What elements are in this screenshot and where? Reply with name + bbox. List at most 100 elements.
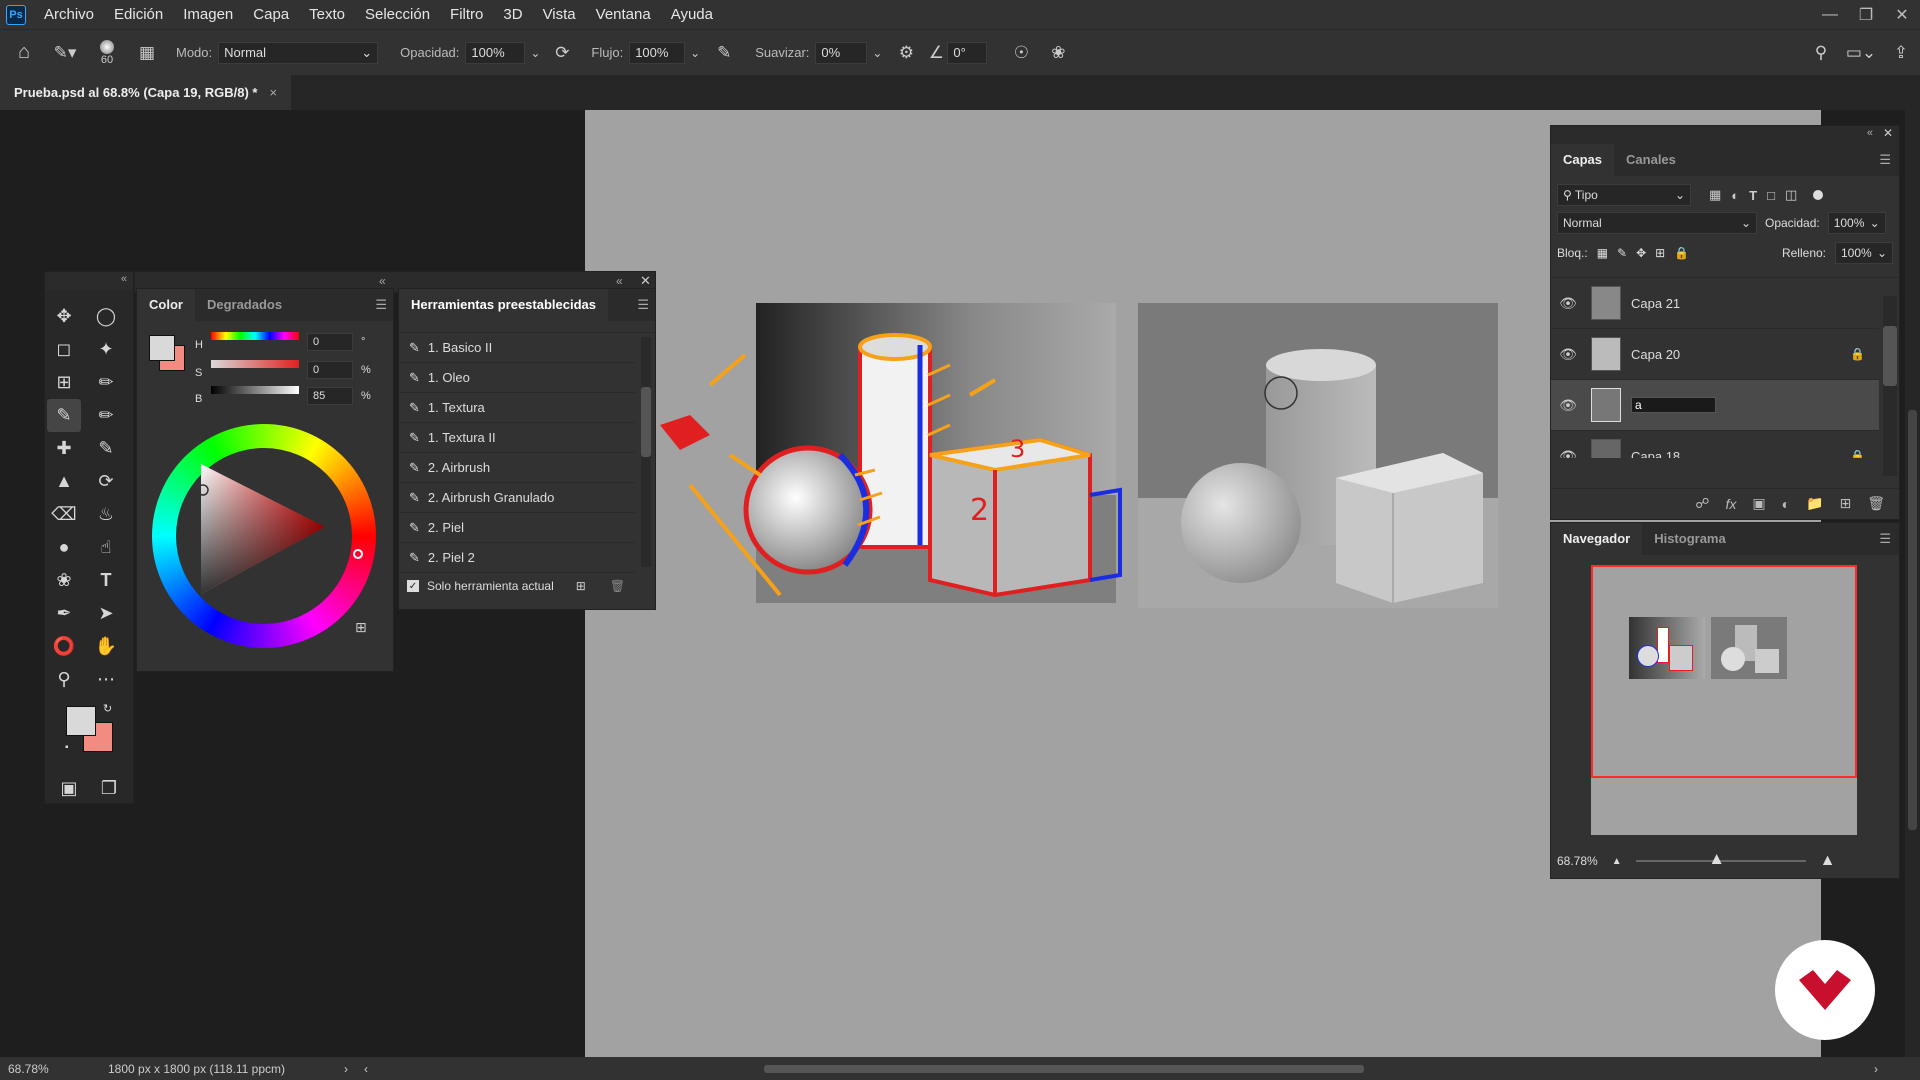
eyedropper-tool-icon[interactable]: ✏ — [89, 366, 123, 399]
restore-icon[interactable]: ❐ — [1848, 0, 1884, 29]
list-item[interactable]: ✎ 1. Oleo — [399, 363, 635, 393]
collapse-presets-panel-icon[interactable]: « — [616, 274, 623, 288]
menu-texto[interactable]: Texto — [299, 0, 355, 29]
current-tool-only-checkbox[interactable]: ✓ — [407, 580, 419, 592]
blend-mode-select[interactable]: Normal ⌄ — [1557, 212, 1757, 234]
lock-artboard-icon[interactable]: ⊞ — [1655, 246, 1665, 260]
lasso-tool-icon[interactable]: ◯ — [89, 300, 123, 333]
menu-seleccion[interactable]: Selección — [355, 0, 440, 29]
navigator-menu-icon[interactable]: ☰ — [1879, 531, 1891, 547]
move-tool-icon[interactable]: ✥ — [47, 300, 81, 333]
search-icon[interactable]: ⚲ — [1802, 43, 1840, 63]
layer-row[interactable]: 👁 Capa 20 🔒 — [1551, 329, 1879, 380]
ellipse-tool-icon[interactable]: ⭕ — [47, 630, 81, 663]
layers-scrollbar[interactable] — [1883, 296, 1897, 476]
gear-icon[interactable]: ⚙ — [887, 43, 925, 63]
layers-menu-icon[interactable]: ☰ — [1879, 152, 1891, 168]
menu-filtro[interactable]: Filtro — [440, 0, 493, 29]
fx-icon[interactable]: fx — [1725, 496, 1736, 512]
color-panel-menu-icon[interactable]: ☰ — [375, 297, 387, 313]
tab-capas[interactable]: Capas — [1551, 144, 1615, 176]
adjustment-layer-icon[interactable]: ◐ — [1782, 496, 1790, 512]
zoom-tool-icon[interactable]: ⚲ — [47, 663, 81, 696]
close-window-icon[interactable]: ✕ — [1884, 0, 1920, 29]
brush-settings-icon[interactable]: ▦ — [132, 43, 162, 63]
lock-all-icon[interactable]: 🔒 — [1674, 246, 1689, 260]
canvas-horizontal-scrollbar[interactable] — [384, 1063, 1874, 1075]
fill-input[interactable]: 100% ⌄ — [1835, 242, 1893, 264]
layer-rename-input[interactable] — [1631, 397, 1716, 413]
crop-tool-icon[interactable]: ⊞ — [47, 366, 81, 399]
layer-row[interactable]: 👁 Capa 21 — [1551, 278, 1879, 329]
magic-wand-tool-icon[interactable]: ✦ — [89, 333, 123, 366]
list-item[interactable]: ✎ 2. Airbrush — [399, 453, 635, 483]
menu-ayuda[interactable]: Ayuda — [661, 0, 723, 29]
sponge-tool-icon[interactable]: ❀ — [47, 564, 81, 597]
hand-tool-icon[interactable]: ✋ — [89, 630, 123, 663]
presets-menu-icon[interactable]: ☰ — [637, 297, 649, 313]
type-tool-icon[interactable]: T — [89, 564, 123, 597]
list-item[interactable]: ✎ 2. Airbrush Granulado — [399, 483, 635, 513]
history-brush-tool-icon[interactable]: ⟳ — [89, 465, 123, 498]
filter-adjustment-icon[interactable]: ◐ — [1731, 188, 1739, 203]
path-selection-tool-icon[interactable]: ➤ — [89, 597, 123, 630]
home-icon[interactable]: ⌂ — [0, 41, 48, 64]
mixer-brush-tool-icon[interactable]: ✎ — [89, 432, 123, 465]
color-triangle[interactable] — [187, 454, 337, 614]
s-input[interactable]: 0 — [307, 361, 353, 379]
menu-3d[interactable]: 3D — [493, 0, 532, 29]
healing-brush-tool-icon[interactable]: ✚ — [47, 432, 81, 465]
pencil-tool-icon[interactable]: ✏ — [89, 399, 123, 432]
brush-tool-preset-icon[interactable]: ✎▾ — [48, 43, 82, 63]
quick-mask-icon[interactable]: ▣ — [52, 772, 86, 805]
menu-archivo[interactable]: Archivo — [34, 0, 104, 29]
swap-colors-icon[interactable]: ↻ — [103, 702, 112, 715]
menu-edicion[interactable]: Edición — [104, 0, 173, 29]
visibility-eye-icon[interactable]: 👁 — [1551, 448, 1585, 459]
object-selection-tool-icon[interactable]: ◻ — [47, 333, 81, 366]
pressure-opacity-icon[interactable]: ⟳ — [545, 43, 579, 63]
b-input[interactable]: 85 — [307, 387, 353, 405]
new-preset-icon[interactable]: ⊞ — [576, 579, 586, 593]
menu-vista[interactable]: Vista — [533, 0, 586, 29]
layer-filter-select[interactable]: ⚲ Tipo ⌄ — [1557, 184, 1691, 206]
eraser-tool-icon[interactable]: ⌫ — [47, 498, 81, 531]
share-icon[interactable]: ⇪ — [1882, 43, 1920, 63]
status-expand-icon[interactable]: › — [344, 1062, 364, 1076]
collapse-layers-icon[interactable]: « — [1867, 127, 1873, 139]
zoom-slider-handle[interactable] — [1711, 854, 1722, 864]
flow-chevron-icon[interactable]: ⌄ — [685, 46, 705, 60]
brush-size-picker[interactable]: 60 — [82, 39, 132, 66]
default-colors-icon[interactable]: ▪ — [65, 742, 69, 753]
visibility-eye-icon[interactable]: 👁 — [1551, 295, 1585, 312]
list-item[interactable]: ✎ 1. Textura — [399, 393, 635, 423]
presets-scrollbar[interactable] — [641, 337, 651, 567]
filter-smart-object-icon[interactable]: ◫ — [1785, 187, 1797, 203]
add-swatch-icon[interactable]: ⊞ — [355, 619, 367, 636]
link-layers-icon[interactable]: ☍ — [1695, 495, 1709, 512]
angle-input[interactable]: 0° — [947, 41, 988, 64]
navigator-preview[interactable] — [1591, 565, 1857, 835]
opacity-chevron-icon[interactable]: ⌄ — [525, 46, 545, 60]
smooth-chevron-icon[interactable]: ⌄ — [867, 46, 887, 60]
pen-tool-icon[interactable]: ✒ — [47, 597, 81, 630]
pressure-size-icon[interactable]: ☉ — [1001, 43, 1041, 63]
opacity-input[interactable]: 100% — [465, 41, 526, 64]
foreground-color-swatch[interactable] — [66, 706, 96, 736]
filter-pixel-icon[interactable]: ▦ — [1709, 187, 1721, 203]
filter-toggle-icon[interactable] — [1813, 190, 1824, 200]
collapse-toolbar-icon[interactable]: « — [121, 273, 127, 285]
tab-navegador[interactable]: Navegador — [1551, 523, 1643, 555]
close-panel-group-icon[interactable]: ✕ — [640, 273, 651, 289]
flow-input[interactable]: 100% — [629, 41, 686, 64]
more-tools-icon[interactable]: ⋯ — [89, 663, 123, 696]
smooth-input[interactable]: 0% — [815, 41, 868, 64]
airbrush-icon[interactable]: ✎ — [705, 43, 743, 63]
list-item[interactable]: ✎ 2. Piel — [399, 513, 635, 543]
collapse-color-panel-icon[interactable]: « — [379, 274, 386, 288]
brush-tool-icon[interactable]: ✎ — [47, 399, 81, 432]
b-slider[interactable] — [211, 386, 299, 394]
paint-bucket-tool-icon[interactable]: ♨ — [89, 498, 123, 531]
screen-mode-icon[interactable]: ❐ — [92, 772, 126, 805]
lock-position-icon[interactable]: ✥ — [1636, 246, 1646, 260]
